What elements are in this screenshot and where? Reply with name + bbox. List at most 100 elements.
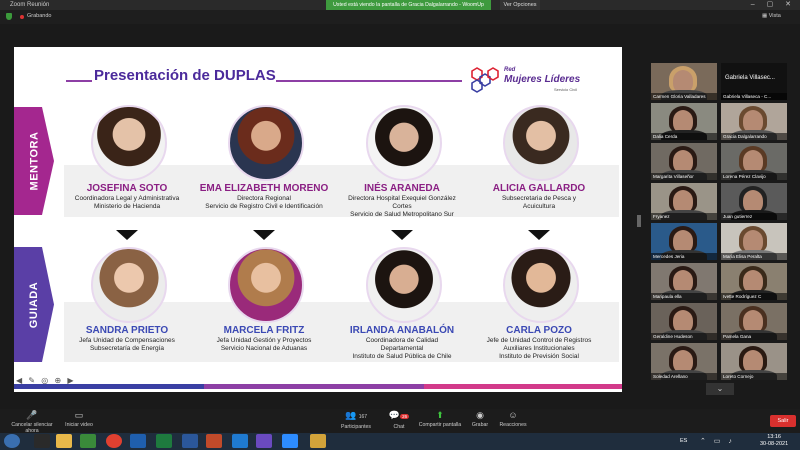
mentora-role: Coordinadora Legal y Administrativa [74, 195, 180, 202]
guiada-name: MARCELA FRITZ [223, 325, 305, 336]
participant-tile[interactable]: Soledad Arellano [651, 343, 717, 380]
chrome-icon[interactable] [106, 434, 122, 448]
app-icon[interactable] [80, 434, 96, 448]
guiada-name: CARLA POZO [506, 325, 572, 336]
down-arrow-icon [528, 230, 550, 240]
record-label: Grabar [471, 422, 489, 428]
participant-tile[interactable]: Lorena Pérez Clavijo [721, 143, 787, 180]
view-label: Vista [768, 13, 781, 19]
shared-slide: Presentación de DUPLAS Red Mujeres Líder… [14, 47, 622, 392]
participant-tile[interactable]: Margarita Villaseñor [651, 143, 717, 180]
participant-tile[interactable]: Maripaula ella [651, 263, 717, 300]
teams-icon[interactable] [256, 434, 272, 448]
participant-name: Maripaula ella [651, 293, 717, 300]
mentora-photo [91, 105, 167, 181]
video-label: Iniciar video [65, 422, 93, 428]
guiada-org: Servicio Nacional de Aduanas [220, 345, 308, 352]
powerpoint-icon[interactable] [206, 434, 222, 448]
mentora-role: Subsecretaria de Pesca y [501, 195, 577, 202]
outlook-icon[interactable] [130, 434, 146, 448]
participant-tile[interactable]: Geraldine Hudeson [651, 303, 717, 340]
participant-name: Dalia Cerda [651, 133, 717, 140]
participant-name: Ivette Rodríguez C [721, 293, 787, 300]
participant-tile[interactable]: Juan gutierrez [721, 183, 787, 220]
down-arrow-icon [253, 230, 275, 240]
guiada-org: Instituto de Previsión Social [499, 353, 579, 360]
mentora-role: Directora Hospital Exequiel González [348, 195, 456, 202]
window-controls[interactable]: – ▢ ✕ [751, 0, 796, 10]
share-label: Compartir pantalla [418, 422, 462, 428]
participant-name: Margarita Villaseñor [651, 173, 717, 180]
mentora-photo [503, 105, 579, 181]
participant-tile[interactable]: Dalia Cerda [651, 103, 717, 140]
view-options-button[interactable]: Ver Opciones [500, 0, 540, 10]
mentora-card: ALICIA GALLARDO Subsecretaria de Pesca y… [474, 183, 604, 211]
reactions-button[interactable]: ☺ Reacciones [496, 410, 530, 428]
participant-name: Gracia Dalgalarrando [721, 133, 787, 140]
language-indicator[interactable]: ES [680, 438, 687, 444]
gallery-next-page-chevron-icon[interactable]: ⌄ [706, 383, 734, 395]
logo-line1: Red [504, 67, 516, 73]
view-button[interactable]: ▦ Vista [762, 12, 781, 21]
chat-icon: 💬 26 [388, 410, 410, 420]
participant-name: Fryanez [651, 213, 717, 220]
participant-tile[interactable]: Ivette Rodríguez C [721, 263, 787, 300]
slide-bottom-bar [204, 384, 424, 389]
clock[interactable]: 13:16 30-08-2021 [760, 434, 788, 448]
participant-tile[interactable]: Pamela Gana [721, 303, 787, 340]
title-line-right [276, 80, 462, 82]
participant-tile[interactable]: Fryanez [651, 183, 717, 220]
presenter-tools[interactable]: ◀ ✎ ◎ ⊕ ▶ [16, 376, 76, 385]
guiada-photo [503, 247, 579, 323]
logo-sub: Servicio Civil [554, 87, 577, 92]
down-arrow-icon [391, 230, 413, 240]
mentora-card: EMA ELIZABETH MORENO Directora Regional … [199, 183, 329, 211]
zoom-icon[interactable] [282, 434, 298, 448]
mentora-org: Servicio de Salud Metropolitano Sur [350, 211, 454, 218]
mentora-card: JOSEFINA SOTO Coordinadora Legal y Admin… [62, 183, 192, 211]
record-button[interactable]: ◉ Grabar [466, 410, 494, 428]
mentora-photo [366, 105, 442, 181]
mute-button[interactable]: 🎤 Cancelar silenciar ahora [6, 410, 58, 434]
participant-tile[interactable]: Carmen Gloria Valladares [651, 63, 717, 100]
mentora-org: Servicio de Registro Civil e Identificac… [205, 203, 323, 210]
guiada-photo [366, 247, 442, 323]
participant-name: Lorena Pérez Clavijo [721, 173, 787, 180]
leave-meeting-button[interactable]: Salir [770, 415, 796, 427]
shield-icon[interactable] [6, 13, 12, 20]
excel-icon[interactable] [156, 434, 172, 448]
share-screen-button[interactable]: ⬆ Compartir pantalla [416, 410, 464, 428]
panel-divider[interactable] [637, 215, 641, 227]
system-tray-icons[interactable]: ⌃ ▭ ♪ [700, 437, 735, 445]
chat-badge: 26 [400, 414, 410, 419]
guiada-role: Coordinadora de Calidad [365, 337, 439, 344]
guiada-role: Jefa Unidad de Compensaciones [79, 337, 175, 344]
guiada-name: SANDRA PRIETO [85, 325, 169, 336]
title-line-left [66, 80, 92, 82]
participant-tile[interactable]: Gabriela Villasec... Gabriela Villaseca … [721, 63, 787, 100]
app-icon[interactable] [232, 434, 248, 448]
participants-label: Participantes [341, 424, 371, 430]
mentora-role: Directora Regional [237, 195, 291, 202]
video-button[interactable]: ▭ Iniciar video [62, 410, 96, 428]
start-icon[interactable] [4, 434, 20, 448]
participant-tile[interactable]: Mercedes Jeria [651, 223, 717, 260]
participant-name: Mercedes Jeria [651, 253, 717, 260]
participant-header-name: Gabriela Villasec... [725, 75, 775, 81]
participant-tile[interactable]: Gracia Dalgalarrando [721, 103, 787, 140]
chat-label: Chat [393, 424, 405, 430]
chat-button[interactable]: 💬 26 Chat [384, 410, 414, 430]
mentora-name: INÉS ARANEDA [364, 183, 440, 194]
search-icon[interactable] [34, 434, 50, 448]
participant-name: Loreto Cornejo [721, 373, 787, 380]
participants-button[interactable]: 👥 167 Participantes [333, 410, 379, 430]
file-explorer-icon[interactable] [56, 434, 72, 448]
participant-tile[interactable]: María Elisa Peralta [721, 223, 787, 260]
app-icon[interactable] [310, 434, 326, 448]
participant-tile[interactable]: Loreto Cornejo [721, 343, 787, 380]
mentora-org: Acuicultura [522, 203, 556, 210]
reactions-label: Reacciones [499, 422, 527, 428]
word-icon[interactable] [182, 434, 198, 448]
smiley-icon: ☺ [508, 410, 518, 420]
participant-name: María Elisa Peralta [721, 253, 787, 260]
